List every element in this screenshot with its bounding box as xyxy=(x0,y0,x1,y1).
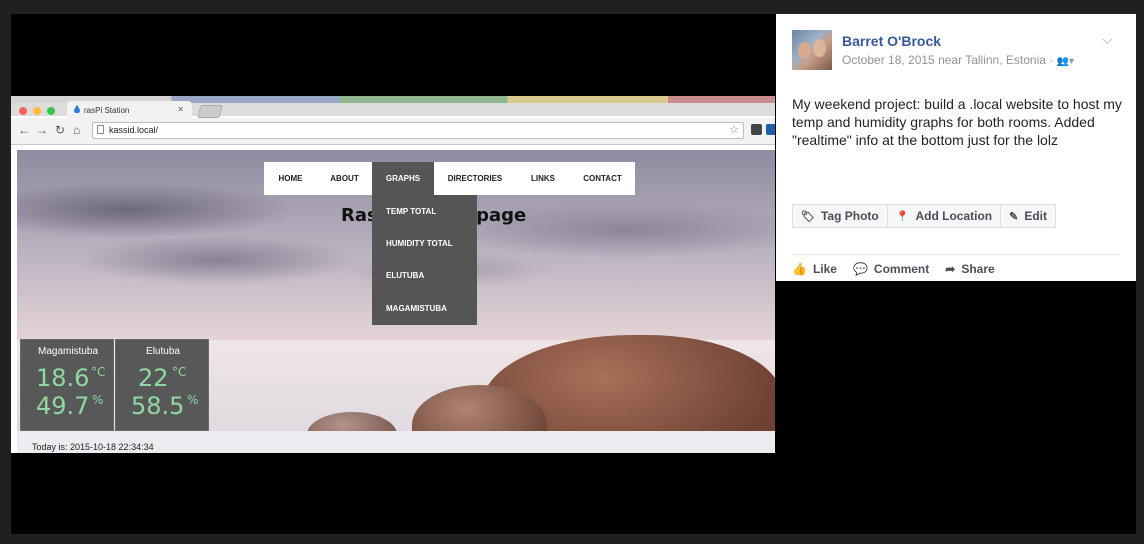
comment-icon: 💬 xyxy=(852,262,868,276)
sensor-name: Elutuba xyxy=(146,346,180,357)
nav-directories[interactable]: DIRECTORIES xyxy=(434,162,516,195)
tag-photo-button[interactable]: 🏷 Tag Photo xyxy=(792,204,888,228)
humidity-value: 58.5 xyxy=(131,392,185,420)
post-meta: October 18, 2015 near Tallinn, Estonia ·… xyxy=(842,53,1074,67)
dropdown-elutuba[interactable]: ELUTUBA xyxy=(386,271,424,280)
tag-photo-label: Tag Photo xyxy=(820,209,879,223)
humidity-unit: % xyxy=(92,393,104,407)
extension-icon[interactable] xyxy=(766,124,775,135)
site-nav: HOME ABOUT GRAPHS DIRECTORIES LINKS CONT… xyxy=(264,162,635,195)
temperature-value: 22 xyxy=(138,364,169,392)
humidity-unit: % xyxy=(187,393,199,407)
forward-icon[interactable]: → xyxy=(36,123,48,137)
temperature-unit: °C xyxy=(91,365,106,379)
tag-icon: 🏷 xyxy=(801,210,815,223)
sensor-card: Elutuba 22 °C 58.5 % xyxy=(115,339,209,431)
browser-toolbar: ← → ↻ ⌂ kassid.local/ ☆ xyxy=(11,118,775,145)
avatar-face xyxy=(813,39,826,57)
location-pin-icon: 📍 xyxy=(895,210,910,223)
thumbs-up-icon: 👍 xyxy=(792,262,807,276)
dropdown-humidity-total[interactable]: HUMIDITY TOTAL xyxy=(386,239,453,248)
add-location-button[interactable]: 📍 Add Location xyxy=(886,204,1002,228)
pencil-icon: ✎ xyxy=(1009,210,1019,223)
maximize-window-icon[interactable] xyxy=(47,107,55,115)
browser-tab[interactable]: rasPi Station ✕ xyxy=(67,101,192,118)
droplet-icon xyxy=(74,105,80,113)
page-icon xyxy=(97,125,104,134)
graphs-dropdown: TEMP TOTAL HUMIDITY TOTAL ELUTUBA MAGAMI… xyxy=(372,195,477,325)
close-window-icon[interactable] xyxy=(19,107,27,115)
avatar-face xyxy=(798,42,811,59)
comment-label: Comment xyxy=(873,262,930,276)
browser-screenshot[interactable]: rasPi Station ✕ ← → ↻ ⌂ kassid.local/ ☆ … xyxy=(11,96,775,453)
nav-contact[interactable]: CONTACT xyxy=(570,162,635,195)
post-panel: Barret O'Brock October 18, 2015 near Tal… xyxy=(776,14,1136,281)
extension-icon[interactable] xyxy=(751,124,762,135)
post-text: My weekend project: build a .local websi… xyxy=(792,96,1122,148)
dropdown-magamistuba[interactable]: MAGAMISTUBA xyxy=(386,304,447,313)
sensor-card: Magamistuba 18.6 °C 49.7 % xyxy=(20,339,114,431)
frame-bottom xyxy=(0,534,1144,544)
back-icon[interactable]: ← xyxy=(18,123,30,137)
edit-button[interactable]: ✎ Edit xyxy=(1000,204,1057,228)
divider xyxy=(792,254,1120,255)
comment-button[interactable]: 💬 Comment xyxy=(853,262,929,276)
reload-icon[interactable]: ↻ xyxy=(55,123,65,137)
temperature-unit: °C xyxy=(172,365,187,379)
date-line: Today is: 2015-10-18 22:34:34 xyxy=(32,442,154,452)
post-date-location[interactable]: October 18, 2015 near Tallinn, Estonia · xyxy=(842,53,1053,67)
home-icon[interactable]: ⌂ xyxy=(73,123,80,137)
tab-close-icon[interactable]: ✕ xyxy=(177,105,184,114)
photo-action-buttons: 🏷 Tag Photo 📍 Add Location ✎ Edit xyxy=(792,204,1057,228)
audience-icon[interactable]: 👥▾ xyxy=(1057,56,1074,67)
tab-title: rasPi Station xyxy=(84,106,130,115)
sensor-name: Magamistuba xyxy=(37,346,99,357)
like-button[interactable]: 👍 Like xyxy=(792,262,837,276)
dropdown-temp-total[interactable]: TEMP TOTAL xyxy=(386,207,436,216)
author-name[interactable]: Barret O'Brock xyxy=(842,33,941,49)
humidity-value: 49.7 xyxy=(36,392,90,420)
post-action-bar: 👍 Like 💬 Comment ➦ Share xyxy=(792,262,1011,276)
bookmark-star-icon[interactable]: ☆ xyxy=(729,123,739,136)
url-text: kassid.local/ xyxy=(109,125,159,135)
temperature-value: 18.6 xyxy=(36,364,90,392)
share-icon: ➦ xyxy=(945,262,956,276)
nav-home[interactable]: HOME xyxy=(264,162,317,195)
address-bar[interactable]: kassid.local/ ☆ xyxy=(92,122,744,139)
nav-links[interactable]: LINKS xyxy=(516,162,570,195)
frame-left xyxy=(0,14,11,544)
site-viewport: Ras omepage HOME ABOUT GRAPHS DIRECTORIES… xyxy=(17,150,775,453)
edit-label: Edit xyxy=(1024,209,1048,223)
chevron-down-icon[interactable]: ⌵ xyxy=(1102,31,1113,48)
nav-graphs[interactable]: GRAPHS xyxy=(372,162,434,195)
share-label: Share xyxy=(961,262,995,276)
new-tab-button[interactable] xyxy=(197,105,223,118)
like-label: Like xyxy=(812,262,837,276)
site-footer: Today is: 2015-10-18 22:34:34 xyxy=(17,431,775,453)
share-button[interactable]: ➦ Share xyxy=(945,262,994,276)
add-location-label: Add Location xyxy=(915,209,993,223)
frame-right xyxy=(1136,14,1144,544)
nav-about[interactable]: ABOUT xyxy=(317,162,372,195)
minimize-window-icon[interactable] xyxy=(33,107,41,115)
frame-top xyxy=(0,0,1144,14)
avatar[interactable] xyxy=(792,30,832,70)
